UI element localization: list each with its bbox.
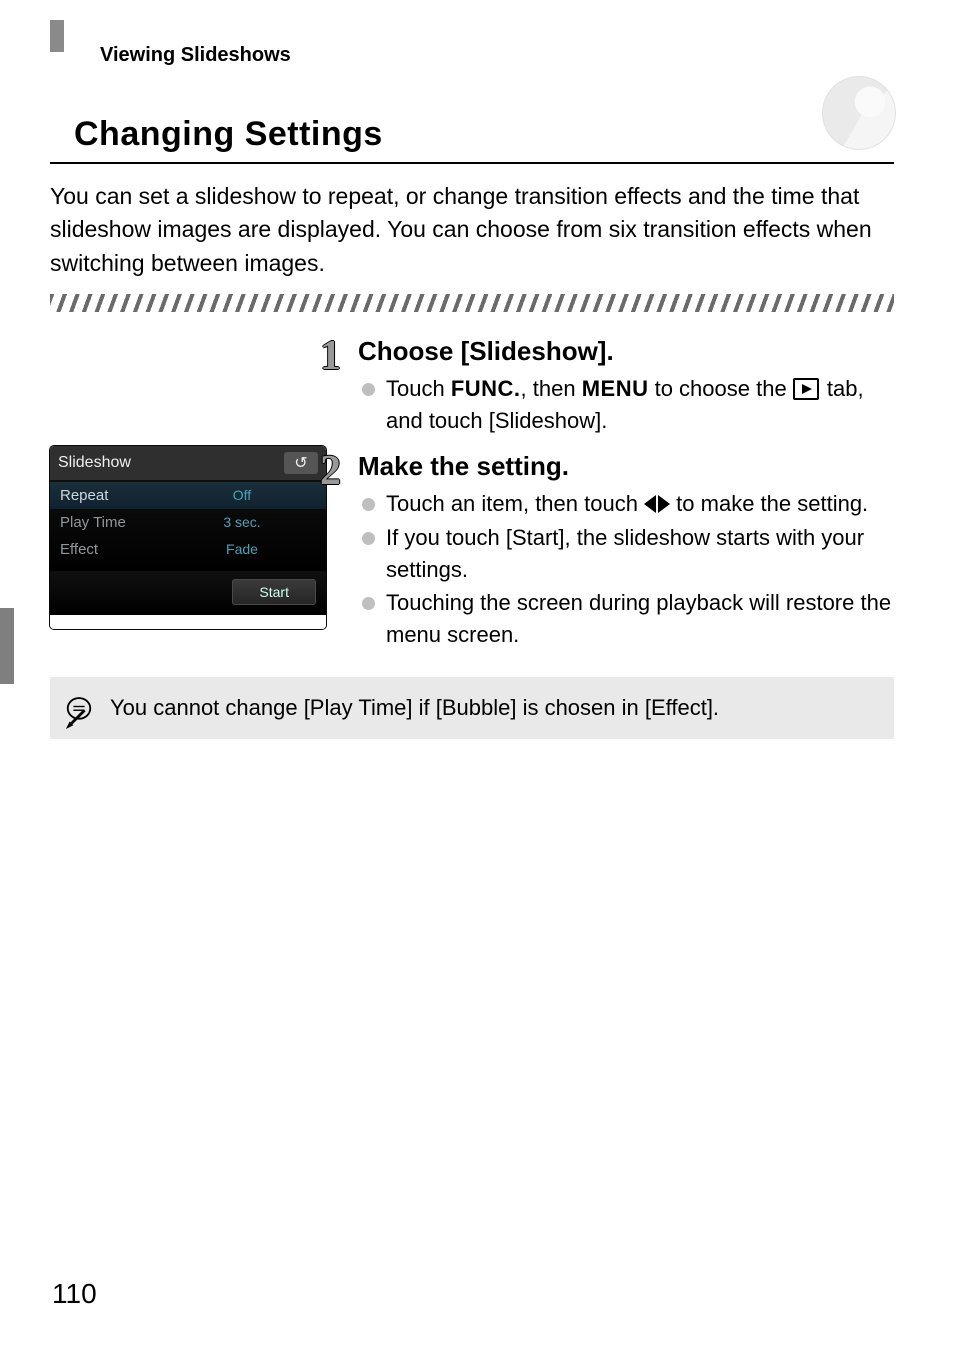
page-number: 110 [52,1278,97,1310]
camera-row-playtime[interactable]: Play Time 3 sec. [50,509,326,536]
camera-row-label: Repeat [60,487,168,504]
camera-footer: Start [50,571,326,615]
playback-tab-icon [793,378,819,400]
camera-row-label: Effect [60,541,168,558]
side-tab [0,608,14,684]
camera-screenshot: Slideshow ↺ Repeat Off Play Time 3 sec. … [50,446,326,629]
step-1-title: Choose [Slideshow]. [358,336,894,367]
left-column: Slideshow ↺ Repeat Off Play Time 3 sec. … [50,336,332,659]
text-fragment: to make the setting. [670,491,868,516]
step-2-bullet-2: If you touch [Start], the slideshow star… [360,522,894,586]
step-2-bullet-1: Touch an item, then touch to make the se… [360,488,894,520]
step-number-2: 2 [320,447,341,495]
step-number-1: 1 [320,332,341,380]
step-2-bullet-3: Touching the screen during playback will… [360,587,894,651]
camera-row-repeat[interactable]: Repeat Off [50,482,326,509]
camera-header: Slideshow ↺ [50,446,326,480]
left-right-arrows-icon [644,495,670,513]
step-2-title: Make the setting. [358,451,894,482]
camera-bottom-gap [50,615,326,629]
camera-row-value: 3 sec. [168,514,316,531]
menu-keyword: MENU [582,376,649,401]
step-2: 2 Make the setting. Touch an item, then … [354,451,894,651]
header-left-mark [50,20,64,52]
text-fragment: If you touch [Start], the slideshow star… [386,525,864,582]
text-fragment: Touching the screen during playback will… [386,590,891,647]
camera-back-button[interactable]: ↺ [284,452,318,474]
right-column: 1 Choose [Slideshow]. Touch FUNC., then … [354,336,894,659]
bullet-dot-icon [362,597,375,610]
camera-row-label: Play Time [60,514,168,531]
func-keyword: FUNC. [451,376,521,401]
camera-row-value: Off [168,487,316,504]
pencil-note-icon [64,697,94,737]
camera-start-button[interactable]: Start [232,579,316,605]
camera-title: Slideshow [58,454,131,472]
step-1-bullet-1: Touch FUNC., then MENU to choose the tab… [360,373,894,437]
camera-row-effect[interactable]: Effect Fade [50,536,326,563]
text-fragment: Touch [386,376,451,401]
camera-row-value: Fade [168,541,316,558]
bullet-dot-icon [362,383,375,396]
text-fragment: to choose the [648,376,792,401]
text-fragment: Touch an item, then touch [386,491,644,516]
running-head: Viewing Slideshows [100,30,894,67]
step-1-bullets: Touch FUNC., then MENU to choose the tab… [358,373,894,437]
note-text: You cannot change [Play Time] if [Bubble… [110,695,719,720]
bullet-dot-icon [362,498,375,511]
section-heading: Changing Settings [74,115,894,154]
note-box: You cannot change [Play Time] if [Bubble… [50,677,894,739]
step-1: 1 Choose [Slideshow]. Touch FUNC., then … [354,336,894,437]
camera-body: Repeat Off Play Time 3 sec. Effect Fade [50,480,326,571]
steps-block: Slideshow ↺ Repeat Off Play Time 3 sec. … [50,336,894,659]
section-rule [50,162,894,164]
step-2-bullets: Touch an item, then touch to make the se… [358,488,894,651]
lead-paragraph: You can set a slideshow to repeat, or ch… [50,180,890,280]
section-swirl-graphic [822,76,896,150]
text-fragment: , then [521,376,582,401]
bullet-dot-icon [362,532,375,545]
hatch-divider [50,294,894,312]
